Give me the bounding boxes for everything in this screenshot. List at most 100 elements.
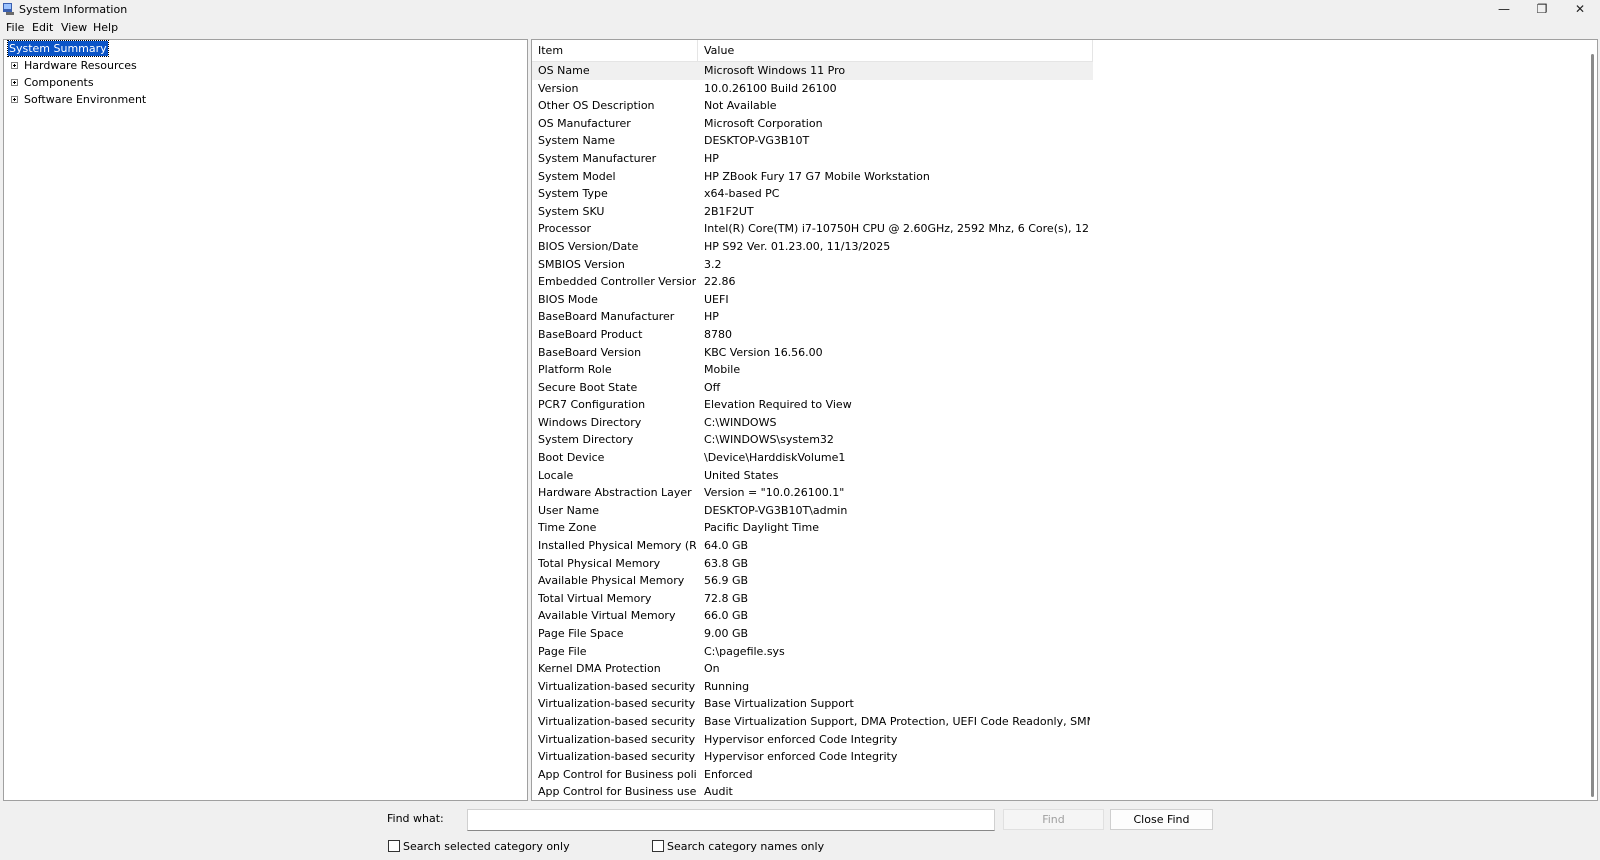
row-value-cell: C:\WINDOWS: [704, 415, 777, 429]
tree-item-system-summary[interactable]: System Summary: [7, 40, 109, 57]
close-find-button[interactable]: Close Find: [1110, 809, 1213, 830]
table-row[interactable]: Time Zone Pacific Daylight Time: [532, 519, 1093, 537]
expand-icon[interactable]: [11, 62, 18, 69]
row-value-cell: 22.86: [704, 275, 736, 289]
table-row[interactable]: Virtualization-based security Se... Hyper…: [532, 748, 1093, 766]
table-row[interactable]: Virtualization-based security Running: [532, 678, 1093, 696]
table-row[interactable]: App Control for Business user ... Audit: [532, 783, 1093, 800]
menu-help[interactable]: Help: [93, 21, 118, 34]
row-value-cell: HP: [704, 151, 719, 165]
table-row[interactable]: BIOS Version/Date HP S92 Ver. 01.23.00, 1…: [532, 238, 1093, 256]
row-value-cell: Intel(R) Core(TM) i7-10750H CPU @ 2.60GH…: [704, 222, 1090, 236]
row-item-cell: Total Physical Memory: [538, 556, 661, 570]
table-row[interactable]: Secure Boot State Off: [532, 379, 1093, 397]
row-value-cell: Mobile: [704, 363, 741, 377]
table-row[interactable]: Version 10.0.26100 Build 26100: [532, 80, 1093, 98]
row-value-cell: Not Available: [704, 99, 777, 113]
row-item-cell: System Name: [538, 134, 615, 148]
window-title: System Information: [19, 3, 128, 16]
row-item-cell: Boot Device: [538, 451, 605, 465]
row-item-cell: User Name: [538, 503, 600, 517]
tree-item-components[interactable]: Components: [4, 76, 304, 92]
table-row[interactable]: Total Virtual Memory 72.8 GB: [532, 590, 1093, 608]
search-selected-category-checkbox[interactable]: Search selected category only: [388, 840, 570, 853]
checkbox-label: Search category names only: [667, 840, 825, 853]
table-row[interactable]: System Directory C:\WINDOWS\system32: [532, 431, 1093, 449]
row-item-cell: Time Zone: [538, 521, 597, 535]
table-row[interactable]: System Name DESKTOP-VG3B10T: [532, 132, 1093, 150]
table-row[interactable]: BaseBoard Version KBC Version 16.56.00: [532, 344, 1093, 362]
table-row[interactable]: Embedded Controller Version 22.86: [532, 273, 1093, 291]
table-row[interactable]: System Manufacturer HP: [532, 150, 1093, 168]
row-item-cell: Available Virtual Memory: [538, 609, 676, 623]
row-value-cell: 2B1F2UT: [704, 204, 754, 218]
table-row[interactable]: System Type x64-based PC: [532, 185, 1093, 203]
table-row[interactable]: OS Manufacturer Microsoft Corporation: [532, 115, 1093, 133]
row-value-cell: Hypervisor enforced Code Integrity: [704, 750, 898, 764]
table-row[interactable]: BIOS Mode UEFI: [532, 291, 1093, 309]
checkbox-box[interactable]: [388, 840, 400, 852]
menu-edit[interactable]: Edit: [32, 21, 53, 34]
row-item-cell: Page File: [538, 644, 587, 658]
search-category-names-checkbox[interactable]: Search category names only: [652, 840, 824, 853]
checkbox-box[interactable]: [652, 840, 664, 852]
table-row[interactable]: OS Name Microsoft Windows 11 Pro: [532, 62, 1093, 80]
table-row[interactable]: SMBIOS Version 3.2: [532, 256, 1093, 274]
table-row[interactable]: Installed Physical Memory (RAM) 64.0 GB: [532, 537, 1093, 555]
row-item-cell: System Directory: [538, 433, 634, 447]
title-bar: System Information — ❐ ✕: [0, 0, 1600, 19]
row-item-cell: System Model: [538, 169, 616, 183]
tree-item-label: Hardware Resources: [24, 59, 137, 72]
table-row[interactable]: Processor Intel(R) Core(TM) i7-10750H CPU…: [532, 220, 1093, 238]
table-row[interactable]: Other OS Description Not Available: [532, 97, 1093, 115]
row-item-cell: Page File Space: [538, 627, 624, 640]
row-item-cell: Virtualization-based security Se...: [538, 750, 696, 764]
row-value-cell: HP S92 Ver. 01.23.00, 11/13/2025: [704, 239, 891, 253]
table-row[interactable]: BaseBoard Product 8780: [532, 326, 1093, 344]
menu-file[interactable]: File: [6, 21, 24, 34]
row-value-cell: Pacific Daylight Time: [704, 521, 819, 535]
table-row[interactable]: BaseBoard Manufacturer HP: [532, 308, 1093, 326]
menu-view[interactable]: View: [61, 21, 87, 34]
row-item-cell: SMBIOS Version: [538, 257, 625, 271]
expand-icon[interactable]: [11, 96, 18, 103]
table-row[interactable]: Available Physical Memory 56.9 GB: [532, 572, 1093, 590]
find-button[interactable]: Find: [1003, 809, 1104, 830]
tree-item-hardware-resources[interactable]: Hardware Resources: [4, 59, 304, 75]
category-tree: System Summary Hardware Resources Compon…: [3, 39, 528, 801]
row-value-cell: 64.0 GB: [704, 539, 749, 553]
table-row[interactable]: Virtualization-based security Re... Base …: [532, 695, 1093, 713]
tree-item-label: Software Environment: [24, 93, 147, 106]
close-icon[interactable]: ✕: [1562, 0, 1598, 19]
table-row[interactable]: Virtualization-based security Av... Base …: [532, 713, 1093, 731]
expand-icon[interactable]: [11, 79, 18, 86]
table-row[interactable]: Page File C:\pagefile.sys: [532, 643, 1093, 661]
table-row[interactable]: Boot Device \Device\HarddiskVolume1: [532, 449, 1093, 467]
find-what-input[interactable]: [467, 809, 995, 831]
row-item-cell: Kernel DMA Protection: [538, 662, 661, 676]
row-item-cell: PCR7 Configuration: [538, 398, 646, 412]
row-item-cell: OS Manufacturer: [538, 116, 631, 130]
table-row[interactable]: User Name DESKTOP-VG3B10T\admin: [532, 502, 1093, 520]
tree-item-software-environment[interactable]: Software Environment: [4, 93, 304, 109]
table-row[interactable]: Available Virtual Memory 66.0 GB: [532, 607, 1093, 625]
minimize-icon[interactable]: —: [1486, 0, 1522, 19]
table-row[interactable]: Windows Directory C:\WINDOWS: [532, 414, 1093, 432]
restore-icon[interactable]: ❐: [1524, 0, 1560, 19]
row-item-cell: Other OS Description: [538, 99, 655, 113]
table-row[interactable]: Hardware Abstraction Layer Version = "10.…: [532, 484, 1093, 502]
table-row[interactable]: Virtualization-based security Se... Hyper…: [532, 731, 1093, 749]
table-row[interactable]: App Control for Business policy Enforced: [532, 766, 1093, 784]
column-header-value[interactable]: Value: [698, 40, 1093, 61]
table-row[interactable]: Total Physical Memory 63.8 GB: [532, 555, 1093, 573]
table-row[interactable]: Kernel DMA Protection On: [532, 660, 1093, 678]
table-row[interactable]: PCR7 Configuration Elevation Required to …: [532, 396, 1093, 414]
table-row[interactable]: Platform Role Mobile: [532, 361, 1093, 379]
vertical-scrollbar[interactable]: [1591, 54, 1594, 797]
table-row[interactable]: Page File Space 9.00 GB: [532, 625, 1093, 643]
table-row[interactable]: System SKU 2B1F2UT: [532, 203, 1093, 221]
column-header-item[interactable]: Item: [532, 40, 698, 61]
row-item-cell: Platform Role: [538, 363, 612, 377]
table-row[interactable]: Locale United States: [532, 467, 1093, 485]
table-row[interactable]: System Model HP ZBook Fury 17 G7 Mobile W…: [532, 168, 1093, 186]
